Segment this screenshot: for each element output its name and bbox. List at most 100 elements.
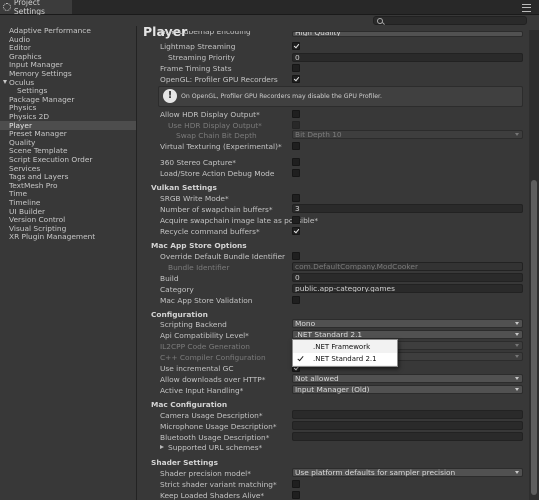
sidebar-item-xr-plugin-management[interactable]: XR Plugin Management: [9, 232, 95, 241]
virtual-texturing-checkbox[interactable]: [292, 142, 300, 150]
chevron-down-icon: [515, 344, 519, 347]
swapchain-buffers-label: Number of swapchain buffers*: [160, 205, 273, 214]
srgb-write-label: SRGB Write Mode*: [160, 194, 229, 203]
stereo-360-label: 360 Stereo Capture*: [160, 158, 236, 167]
gear-icon: [3, 3, 11, 11]
camera-usage-label: Camera Usage Description*: [160, 411, 263, 420]
chevron-down-icon: [515, 471, 519, 474]
category-label: Category: [160, 285, 194, 294]
strict-variant-checkbox[interactable]: [292, 480, 300, 488]
keep-loaded-label: Keep Loaded Shaders Alive*: [160, 491, 265, 500]
configuration-header: Configuration: [151, 310, 208, 319]
shader-precision-value: Use platform defaults for sampler precis…: [295, 468, 456, 477]
scrollbar-thumb[interactable]: [531, 180, 537, 495]
bluetooth-usage-field[interactable]: [292, 432, 523, 441]
il2cpp-gen-label: IL2CPP Code Generation: [160, 342, 250, 351]
swapchain-buffers-field[interactable]: 3: [292, 204, 523, 213]
window-tab[interactable]: Project Settings: [0, 0, 72, 16]
strict-variant-label: Strict shader variant matching*: [160, 480, 277, 489]
mac-configuration-header: Mac Configuration: [151, 400, 228, 409]
mac-store-validation-label: Mac App Store Validation: [160, 296, 253, 305]
use-hdr-label: Use HDR Display Output*: [168, 121, 262, 130]
popup-option-net-standard-label: .NET Standard 2.1: [313, 355, 377, 363]
scripting-backend-dropdown[interactable]: Mono: [292, 319, 523, 328]
hdr-cubemap-encoding-label: HDR Cubemap Encoding: [160, 31, 251, 36]
mac-app-store-header: Mac App Store Options: [151, 241, 247, 250]
chevron-down-icon[interactable]: [3, 80, 7, 84]
checkmark-icon: [297, 354, 304, 362]
cpp-compiler-label: C++ Compiler Configuration: [160, 353, 266, 362]
virtual-texturing-label: Virtual Texturing (Experimental)*: [160, 142, 282, 151]
chevron-down-icon: [515, 322, 519, 325]
opengl-profiler-checkbox[interactable]: [292, 75, 300, 83]
popup-option-net-standard[interactable]: .NET Standard 2.1: [293, 353, 397, 365]
chevron-down-icon: [515, 355, 519, 358]
build-label: Build: [160, 274, 179, 283]
incremental-gc-label: Use incremental GC: [160, 364, 234, 373]
chevron-down-icon: [515, 377, 519, 380]
chevron-down-icon: [515, 133, 519, 136]
chevron-right-icon[interactable]: [160, 445, 164, 449]
api-compat-label: Api Compatibility Level*: [160, 331, 249, 340]
use-hdr-checkbox[interactable]: [292, 121, 300, 129]
hdr-cubemap-encoding-dropdown[interactable]: High Quality: [292, 31, 523, 37]
lightmap-streaming-checkbox[interactable]: [292, 42, 300, 50]
api-compat-dropdown[interactable]: .NET Standard 2.1: [292, 330, 523, 339]
load-store-debug-label: Load/Store Action Debug Mode: [160, 169, 275, 178]
api-compat-value: .NET Standard 2.1: [295, 330, 363, 339]
shader-precision-dropdown[interactable]: Use platform defaults for sampler precis…: [292, 468, 523, 477]
load-store-debug-checkbox[interactable]: [292, 169, 300, 177]
category-field[interactable]: public.app-category.games: [292, 284, 523, 293]
srgb-write-checkbox[interactable]: [292, 194, 300, 202]
vulkan-settings-header: Vulkan Settings: [151, 183, 217, 192]
window-menu-icon[interactable]: [522, 4, 531, 12]
recycle-buffers-checkbox[interactable]: [292, 227, 300, 235]
keep-loaded-checkbox[interactable]: [292, 491, 300, 499]
stereo-360-checkbox[interactable]: [292, 158, 300, 166]
supported-url-foldout[interactable]: Supported URL schemes*: [168, 443, 262, 452]
warning-icon: !: [163, 89, 177, 103]
mic-usage-field[interactable]: [292, 421, 523, 430]
mac-store-validation-checkbox[interactable]: [292, 296, 300, 304]
recycle-buffers-label: Recycle command buffers*: [160, 227, 260, 236]
popup-option-net-framework[interactable]: .NET Framework: [293, 341, 397, 353]
swap-chain-bit-depth-dropdown[interactable]: Bit Depth 10: [292, 130, 523, 139]
allow-hdr-checkbox[interactable]: [292, 110, 300, 118]
window-titlebar: Project Settings: [0, 0, 539, 16]
chevron-down-icon: [515, 388, 519, 391]
allow-http-label: Allow downloads over HTTP*: [160, 375, 266, 384]
swap-chain-bit-depth-label: Swap Chain Bit Depth: [176, 131, 257, 140]
frame-timing-stats-checkbox[interactable]: [292, 64, 300, 72]
camera-usage-field[interactable]: [292, 410, 523, 419]
active-input-value: Input Manager (Old): [295, 385, 370, 394]
override-bundle-checkbox[interactable]: [292, 252, 300, 260]
bundle-identifier-label: Bundle Identifier: [168, 263, 230, 272]
scripting-backend-value: Mono: [295, 319, 316, 328]
allow-hdr-label: Allow HDR Display Output*: [160, 110, 260, 119]
help-box: ! On OpenGL, Profiler GPU Recorders may …: [158, 86, 523, 107]
shader-settings-header: Shader Settings: [151, 458, 218, 467]
mic-usage-label: Microphone Usage Description*: [160, 422, 277, 431]
streaming-priority-field[interactable]: 0: [292, 53, 523, 62]
acquire-swapchain-checkbox[interactable]: [292, 216, 300, 224]
allow-http-dropdown[interactable]: Not allowed: [292, 374, 523, 383]
build-field[interactable]: 0: [292, 273, 523, 282]
help-text: On OpenGL, Profiler GPU Recorders may di…: [181, 93, 383, 100]
allow-http-value: Not allowed: [295, 374, 339, 383]
bluetooth-usage-label: Bluetooth Usage Description*: [160, 433, 270, 442]
search-icon: [377, 18, 383, 24]
override-bundle-label: Override Default Bundle Identifier: [160, 252, 286, 261]
lightmap-streaming-label: Lightmap Streaming: [160, 42, 236, 51]
active-input-label: Active Input Handling*: [160, 386, 244, 395]
frame-timing-stats-label: Frame Timing Stats: [160, 64, 232, 73]
api-compat-popup-menu: .NET Framework .NET Standard 2.1: [292, 339, 398, 367]
streaming-priority-label: Streaming Priority: [168, 53, 235, 62]
window-title: Project Settings: [13, 0, 46, 16]
active-input-dropdown[interactable]: Input Manager (Old): [292, 385, 523, 394]
bundle-identifier-field[interactable]: com.DefaultCompany.ModCooker: [292, 262, 523, 271]
swap-chain-bit-depth-value: Bit Depth 10: [295, 130, 342, 139]
settings-sidebar: Adaptive Performance Audio Editor Graphi…: [0, 26, 137, 500]
search-input[interactable]: [373, 16, 527, 25]
search-bar: [0, 15, 539, 26]
scripting-backend-label: Scripting Backend: [160, 320, 227, 329]
